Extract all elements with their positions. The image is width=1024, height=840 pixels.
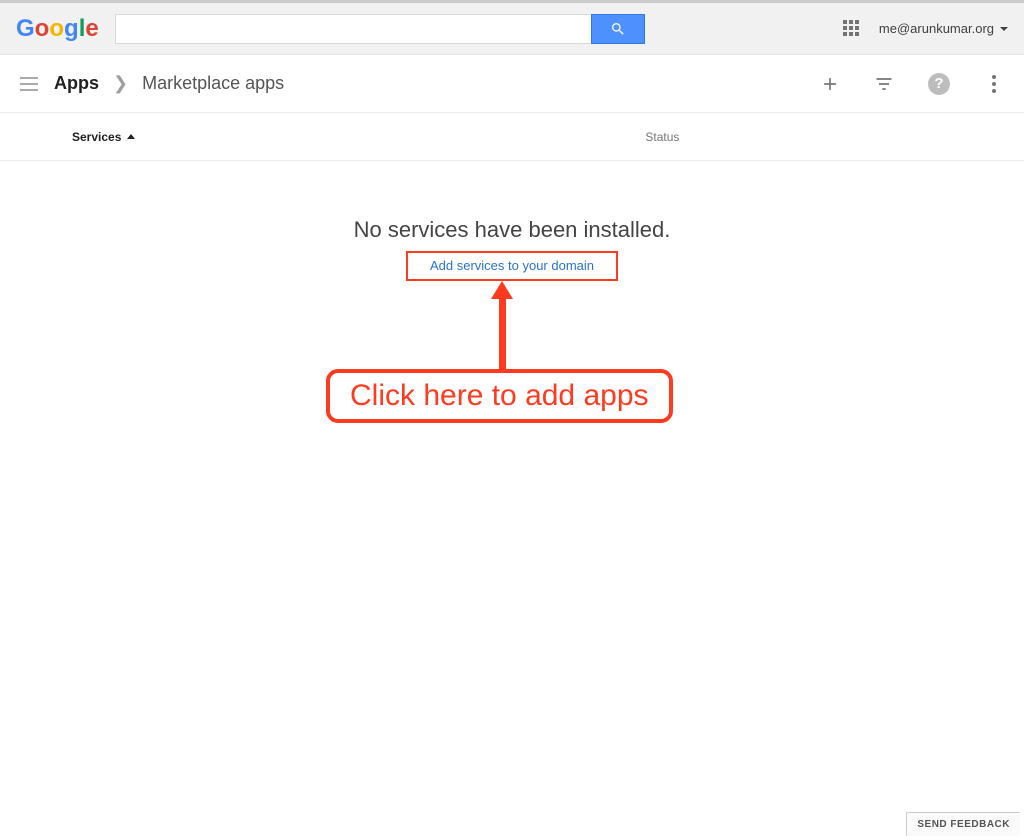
annotation-callout: Click here to add apps <box>326 369 673 423</box>
column-services[interactable]: Services <box>72 130 135 144</box>
search-form <box>115 14 645 44</box>
google-logo[interactable]: Google <box>16 15 99 43</box>
help-icon[interactable]: ? <box>928 73 950 95</box>
chevron-right-icon: ❯ <box>113 73 128 94</box>
empty-state-title: No services have been installed. <box>0 217 1024 243</box>
apps-launcher-icon[interactable] <box>843 20 861 38</box>
hamburger-menu-icon[interactable] <box>20 77 38 91</box>
send-feedback-button[interactable]: SEND FEEDBACK <box>906 812 1020 836</box>
more-options-icon[interactable] <box>984 75 1004 93</box>
breadcrumb-root[interactable]: Apps <box>54 73 99 94</box>
search-input[interactable] <box>115 14 591 44</box>
add-services-link[interactable]: Add services to your domain <box>430 258 594 273</box>
search-button[interactable] <box>591 14 645 44</box>
subheader: Apps ❯ Marketplace apps ? <box>0 55 1024 113</box>
annotation-highlight-box: Add services to your domain <box>406 251 618 281</box>
caret-down-icon <box>1000 27 1008 31</box>
table-header: Services Status <box>0 113 1024 161</box>
empty-state: No services have been installed. Add ser… <box>0 217 1024 281</box>
user-email-text: me@arunkumar.org <box>879 21 994 36</box>
annotation-arrow <box>490 281 514 375</box>
filter-icon[interactable] <box>874 74 894 94</box>
breadcrumb: Apps ❯ Marketplace apps <box>54 73 284 94</box>
column-services-label: Services <box>72 130 121 144</box>
sort-asc-icon <box>127 134 135 139</box>
arrow-up-icon <box>491 281 513 299</box>
breadcrumb-current: Marketplace apps <box>142 73 284 94</box>
column-status[interactable]: Status <box>645 130 679 144</box>
add-icon[interactable] <box>820 74 840 94</box>
search-icon <box>610 21 626 37</box>
top-header: Google me@arunkumar.org <box>0 3 1024 55</box>
account-menu[interactable]: me@arunkumar.org <box>879 21 1008 36</box>
